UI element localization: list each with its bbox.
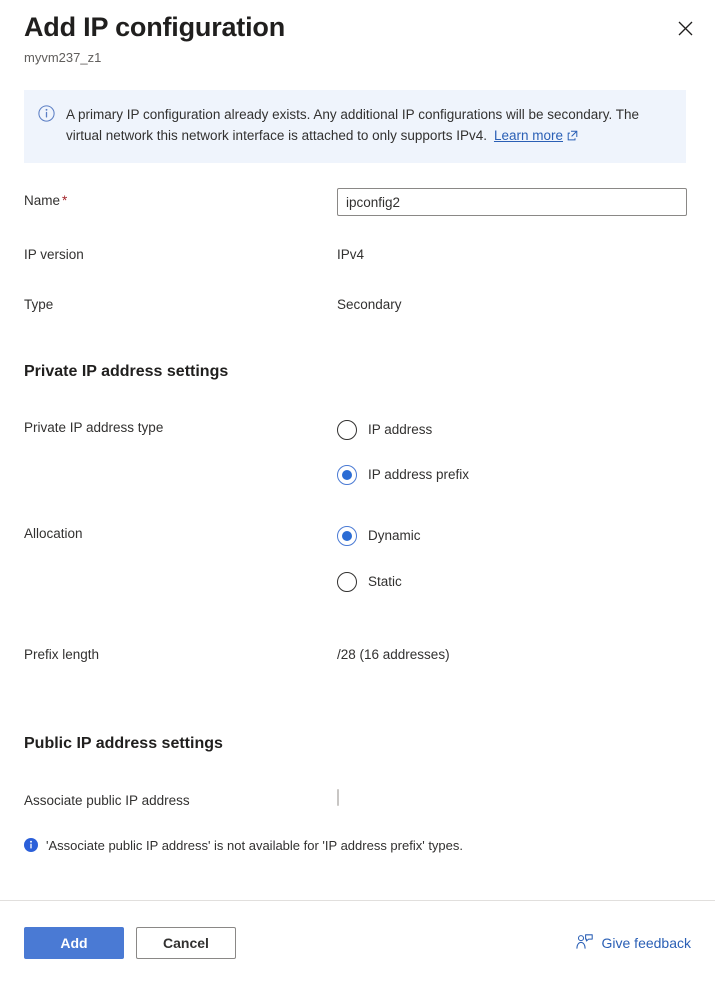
dialog-footer: Add Cancel Give feedback <box>0 901 715 985</box>
info-banner-text: A primary IP configuration already exist… <box>66 104 672 147</box>
private-ip-type-label: Private IP address type <box>24 420 164 435</box>
prefix-length-label: Prefix length <box>24 647 100 662</box>
field-row-prefix-length: Prefix length /28 (16 addresses) <box>24 642 691 665</box>
dialog-header: Add IP configuration myvm237_z1 <box>0 0 715 67</box>
field-row-ip-version: IP version IPv4 <box>24 242 691 265</box>
info-filled-icon <box>24 838 38 857</box>
radio-static[interactable] <box>337 572 357 592</box>
public-ip-notice-text: 'Associate public IP address' is not ava… <box>46 838 463 853</box>
close-button[interactable] <box>669 12 701 44</box>
add-button[interactable]: Add <box>24 927 124 959</box>
ip-version-label: IP version <box>24 247 84 262</box>
type-value: Secondary <box>337 297 402 312</box>
radio-static-label[interactable]: Static <box>368 572 402 592</box>
radio-option-ip-address-prefix[interactable]: IP address prefix <box>337 460 691 490</box>
allocation-radiogroup: Dynamic Static <box>337 521 691 597</box>
learn-more-link[interactable]: Learn more <box>494 128 563 143</box>
radio-dynamic[interactable] <box>337 526 357 546</box>
radio-dynamic-label[interactable]: Dynamic <box>368 526 421 546</box>
feedback-person-icon <box>575 933 593 953</box>
radio-option-static[interactable]: Static <box>337 567 691 597</box>
ip-version-value: IPv4 <box>337 247 365 262</box>
name-input[interactable] <box>337 188 687 216</box>
info-circle-icon <box>38 105 55 127</box>
associate-public-ip-checkbox[interactable] <box>337 789 339 806</box>
field-row-associate-public-ip: Associate public IP address <box>24 788 691 811</box>
radio-ip-address-prefix[interactable] <box>337 465 357 485</box>
associate-public-ip-label: Associate public IP address <box>24 793 190 808</box>
field-row-type: Type Secondary <box>24 292 691 315</box>
give-feedback-label: Give feedback <box>601 935 692 951</box>
cancel-button[interactable]: Cancel <box>136 927 236 959</box>
name-control <box>337 188 691 216</box>
give-feedback-link[interactable]: Give feedback <box>575 933 692 953</box>
info-banner: A primary IP configuration already exist… <box>24 90 686 163</box>
radio-option-ip-address[interactable]: IP address <box>337 415 691 445</box>
required-marker: * <box>62 193 68 208</box>
public-ip-notice: 'Associate public IP address' is not ava… <box>0 836 715 857</box>
field-row-private-ip-type: Private IP address type IP address IP ad… <box>24 415 691 490</box>
page-title: Add IP configuration <box>24 12 285 42</box>
allocation-label: Allocation <box>24 526 83 541</box>
type-label: Type <box>24 297 54 312</box>
name-label: Name * <box>24 188 337 211</box>
prefix-length-value: /28 (16 addresses) <box>337 647 450 662</box>
page-subtitle: myvm237_z1 <box>24 50 102 65</box>
private-ip-type-radiogroup: IP address IP address prefix <box>337 415 691 490</box>
field-row-name: Name * <box>24 188 691 216</box>
private-ip-section-heading: Private IP address settings <box>24 363 229 380</box>
external-link-icon[interactable] <box>567 126 578 147</box>
radio-ip-address[interactable] <box>337 420 357 440</box>
radio-option-dynamic[interactable]: Dynamic <box>337 521 691 551</box>
public-ip-section-heading: Public IP address settings <box>24 735 223 752</box>
radio-ip-address-prefix-label[interactable]: IP address prefix <box>368 465 469 485</box>
associate-public-ip-control <box>337 788 691 808</box>
name-label-text: Name <box>24 193 61 208</box>
close-icon <box>678 21 693 36</box>
radio-ip-address-label[interactable]: IP address <box>368 420 432 440</box>
field-row-allocation: Allocation Dynamic Static <box>24 521 691 597</box>
